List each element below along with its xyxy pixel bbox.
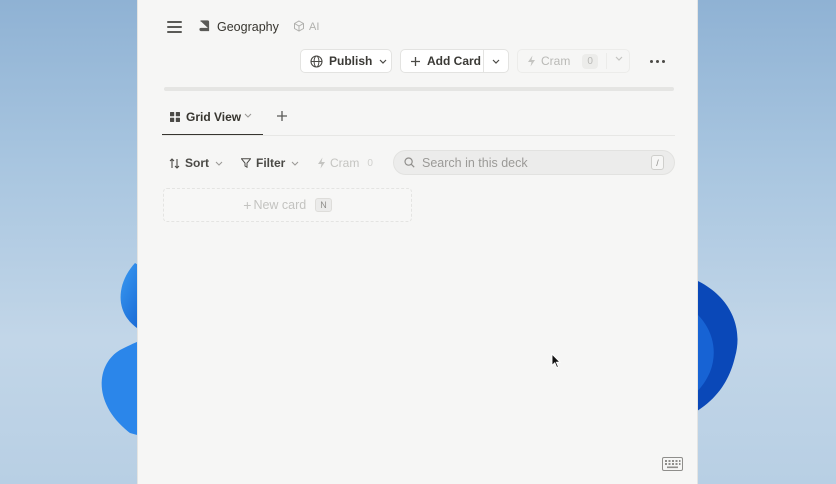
- search-bar: /: [393, 150, 675, 175]
- filter-icon: [241, 158, 251, 168]
- new-card-button[interactable]: + New card N: [163, 188, 412, 222]
- cram-divider: [606, 53, 607, 69]
- publish-button[interactable]: Publish: [300, 49, 392, 73]
- add-card-button[interactable]: Add Card: [401, 50, 485, 72]
- publish-label: Publish: [329, 54, 373, 68]
- cram-count-badge: 0: [582, 53, 598, 69]
- add-card-label: Add Card: [427, 54, 481, 68]
- chevron-down-icon: [215, 161, 223, 166]
- ai-label[interactable]: AI: [309, 21, 319, 33]
- sort-button[interactable]: Sort: [169, 154, 223, 172]
- hamburger-icon[interactable]: [167, 21, 182, 33]
- globe-icon: [310, 54, 323, 68]
- cram-button[interactable]: Cram 0: [517, 49, 630, 73]
- lightning-icon: [528, 55, 535, 67]
- deck-progress-bar: [164, 87, 674, 91]
- add-view-icon[interactable]: [274, 108, 290, 124]
- cram-filter-button[interactable]: Cram 0: [317, 154, 373, 172]
- deck-title[interactable]: Geography: [217, 20, 279, 34]
- filter-label: Filter: [256, 156, 286, 170]
- chevron-down-icon: [244, 113, 252, 118]
- plus-icon: +: [243, 197, 252, 213]
- tab-grid-view[interactable]: Grid View: [162, 104, 263, 136]
- cube-icon: [294, 20, 304, 32]
- cram-filter-count: 0: [367, 157, 373, 169]
- more-options-icon[interactable]: [648, 53, 668, 69]
- plus-icon: [411, 56, 420, 66]
- grid-icon: [170, 112, 180, 122]
- cram-filter-label: Cram: [330, 156, 360, 170]
- deck-window: Geography AI Publish Add Card Cram 0 Gri…: [137, 0, 698, 484]
- sort-label: Sort: [185, 156, 209, 170]
- chevron-down-icon: [291, 161, 299, 166]
- keyboard-icon[interactable]: [662, 457, 683, 471]
- filter-button[interactable]: Filter: [241, 154, 299, 172]
- search-shortcut-key: /: [651, 155, 664, 170]
- chevron-down-icon: [492, 59, 500, 64]
- cram-label: Cram: [541, 54, 571, 68]
- tabs-divider: [162, 135, 675, 136]
- search-input[interactable]: [422, 155, 642, 170]
- add-card-button-group: Add Card: [400, 49, 509, 73]
- add-card-dropdown[interactable]: [484, 50, 508, 72]
- chevron-down-icon[interactable]: [615, 56, 623, 61]
- sort-icon: [169, 157, 180, 169]
- lightning-icon: [318, 157, 325, 169]
- new-card-label: New card: [253, 198, 307, 212]
- book-icon: [199, 20, 210, 32]
- chevron-down-icon: [379, 59, 387, 64]
- mouse-cursor-icon: [551, 353, 561, 369]
- deck-header: Geography AI: [138, 14, 699, 42]
- search-icon: [404, 157, 415, 168]
- new-card-shortcut-key: N: [315, 198, 332, 212]
- tab-grid-view-label: Grid View: [186, 110, 242, 124]
